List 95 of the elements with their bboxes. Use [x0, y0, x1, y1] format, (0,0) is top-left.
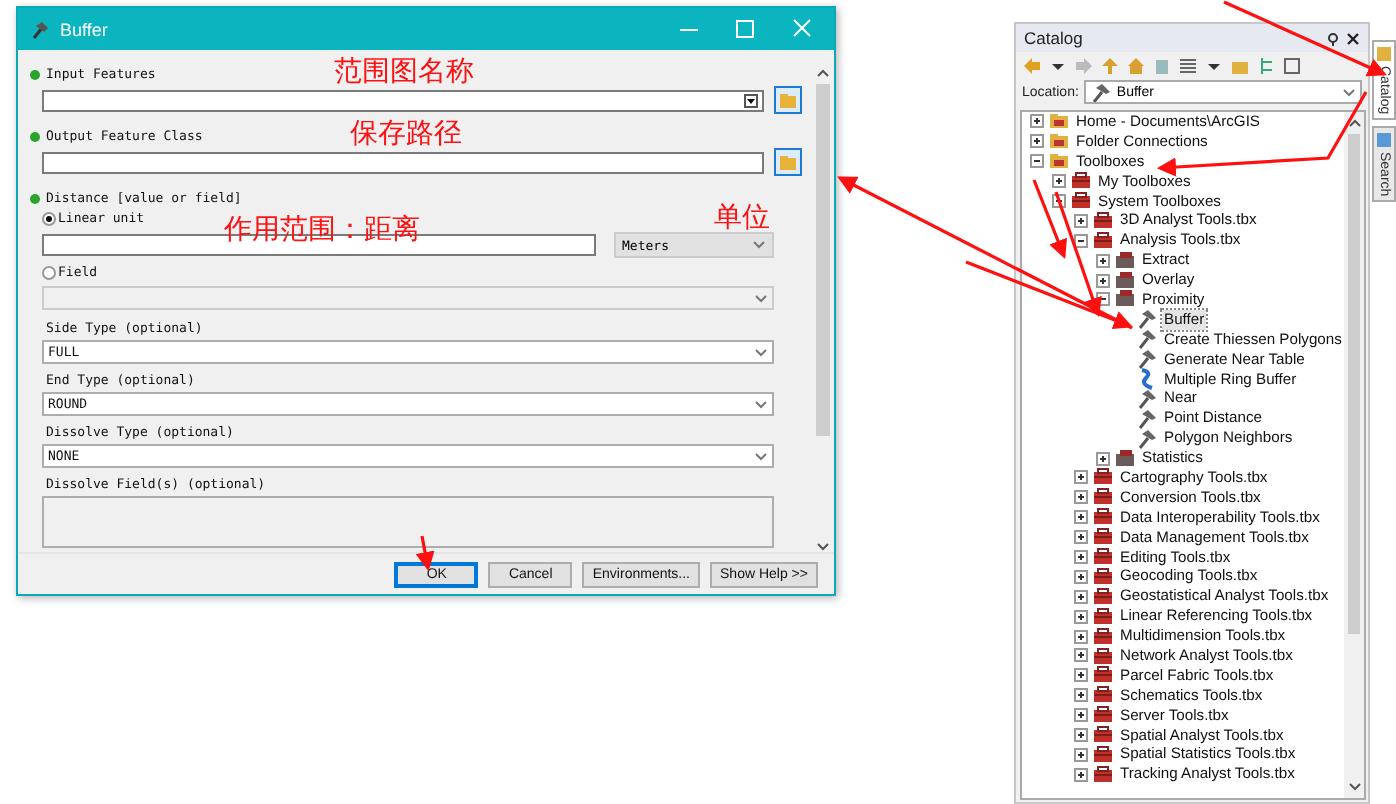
search-icon	[1376, 132, 1392, 149]
input-field[interactable]	[42, 89, 764, 111]
chevron-down-icon[interactable]	[1347, 782, 1361, 792]
toolbox-icon	[1092, 645, 1114, 667]
toolbox-icon	[1092, 546, 1114, 569]
collapse-icon[interactable]	[1030, 154, 1044, 169]
expand-icon[interactable]	[1074, 708, 1088, 723]
chevron-icon[interactable]	[1342, 87, 1356, 97]
chevron-icon	[754, 293, 768, 303]
panel-title: Catalog	[1024, 28, 1085, 48]
chevron-icon	[754, 451, 768, 461]
expand-icon[interactable]	[1074, 490, 1088, 505]
toolbox-icon	[1092, 565, 1114, 588]
expand-icon[interactable]	[1074, 530, 1088, 545]
chevron-icon	[754, 399, 768, 409]
toolbox-icon	[1070, 190, 1092, 213]
chevron-down-icon[interactable]	[815, 542, 829, 552]
expand-icon[interactable]	[1096, 273, 1110, 288]
toolbox-icon	[1092, 229, 1114, 252]
input-field[interactable]	[42, 151, 764, 173]
expand-icon[interactable]	[1096, 451, 1110, 466]
expand-icon[interactable]	[1074, 510, 1088, 525]
hammer-icon	[1136, 427, 1158, 450]
folder-icon	[1376, 46, 1392, 62]
annotation-text: 保存路径	[350, 118, 462, 150]
expand-icon[interactable]	[1074, 747, 1088, 762]
expand-icon[interactable]	[1052, 174, 1066, 189]
folder-icon	[776, 88, 800, 112]
toolbox-icon	[1092, 684, 1114, 707]
toolbox-icon	[1092, 486, 1114, 509]
toolbox-icon	[1092, 585, 1114, 608]
expand-icon[interactable]	[1074, 728, 1088, 743]
scrollbar[interactable]	[810, 64, 834, 552]
hammer-icon	[1136, 407, 1158, 430]
browse-button[interactable]	[774, 86, 802, 114]
window-title: Buffer	[60, 19, 110, 39]
toolbox-icon	[1092, 625, 1114, 648]
collapse-icon[interactable]	[1074, 233, 1088, 248]
folder-icon	[776, 150, 800, 174]
annotation-arrow	[415, 535, 435, 572]
hammer-icon	[1136, 348, 1158, 371]
annotation-text: 单位	[714, 202, 770, 234]
model-icon	[1136, 368, 1158, 391]
expand-icon[interactable]	[1074, 609, 1088, 624]
toolset-icon	[1114, 447, 1136, 470]
toolbox-icon	[1070, 170, 1092, 193]
toolbox-icon	[1092, 209, 1114, 232]
expand-icon[interactable]	[1074, 470, 1088, 485]
close-icon[interactable]	[1346, 31, 1360, 45]
expand-icon[interactable]	[1074, 648, 1088, 663]
chevron-icon	[754, 347, 768, 357]
toolbox-icon	[1092, 506, 1114, 529]
chevron-up-icon[interactable]	[815, 68, 829, 78]
folder-icon	[1048, 112, 1070, 133]
expand-icon[interactable]	[1030, 114, 1044, 129]
pin-icon[interactable]	[1326, 31, 1340, 45]
folder-icon	[1048, 150, 1070, 173]
expand-icon[interactable]	[1030, 134, 1044, 149]
toolbox-icon	[1092, 466, 1114, 489]
folder-icon	[1048, 130, 1070, 153]
hammer-icon	[30, 19, 50, 39]
dropdown-icon[interactable]	[744, 93, 758, 107]
hammer-icon	[1090, 82, 1111, 102]
hammer-icon	[1136, 308, 1158, 331]
toolbox-icon	[1092, 743, 1114, 766]
expand-icon[interactable]	[1096, 253, 1110, 268]
toolbox-icon	[1092, 724, 1114, 747]
field-dropdown[interactable]	[42, 286, 774, 310]
chevron-icon	[752, 240, 766, 250]
expand-icon[interactable]	[1074, 767, 1088, 782]
hammer-icon	[1136, 328, 1158, 351]
annotation-text: 范围图名称	[334, 56, 474, 88]
chevron-up-icon[interactable]	[1347, 118, 1361, 128]
toolset-icon	[1114, 288, 1136, 311]
expand-icon[interactable]	[1074, 629, 1088, 644]
expand-icon[interactable]	[1074, 213, 1088, 228]
toolbox-icon	[1092, 605, 1114, 628]
toolset-icon	[1114, 269, 1136, 292]
expand-icon[interactable]	[1074, 589, 1088, 604]
toolbox-icon	[1092, 664, 1114, 687]
toolbox-icon	[1092, 704, 1114, 727]
radio-button[interactable]	[42, 211, 56, 225]
radio-button[interactable]	[42, 265, 56, 279]
expand-icon[interactable]	[1074, 569, 1088, 584]
hammer-icon	[1136, 387, 1158, 410]
expand-icon[interactable]	[1074, 688, 1088, 703]
toolbox-icon	[1092, 526, 1114, 549]
scrollbar[interactable]	[1344, 112, 1364, 798]
toolset-icon	[1114, 249, 1136, 272]
expand-icon[interactable]	[1074, 550, 1088, 565]
tree-icon[interactable]	[1256, 55, 1276, 75]
toolbox-icon	[1092, 763, 1114, 786]
browse-button[interactable]	[774, 148, 802, 176]
expand-icon[interactable]	[1074, 668, 1088, 683]
annotation-text: 作用范围：距离	[224, 214, 420, 246]
